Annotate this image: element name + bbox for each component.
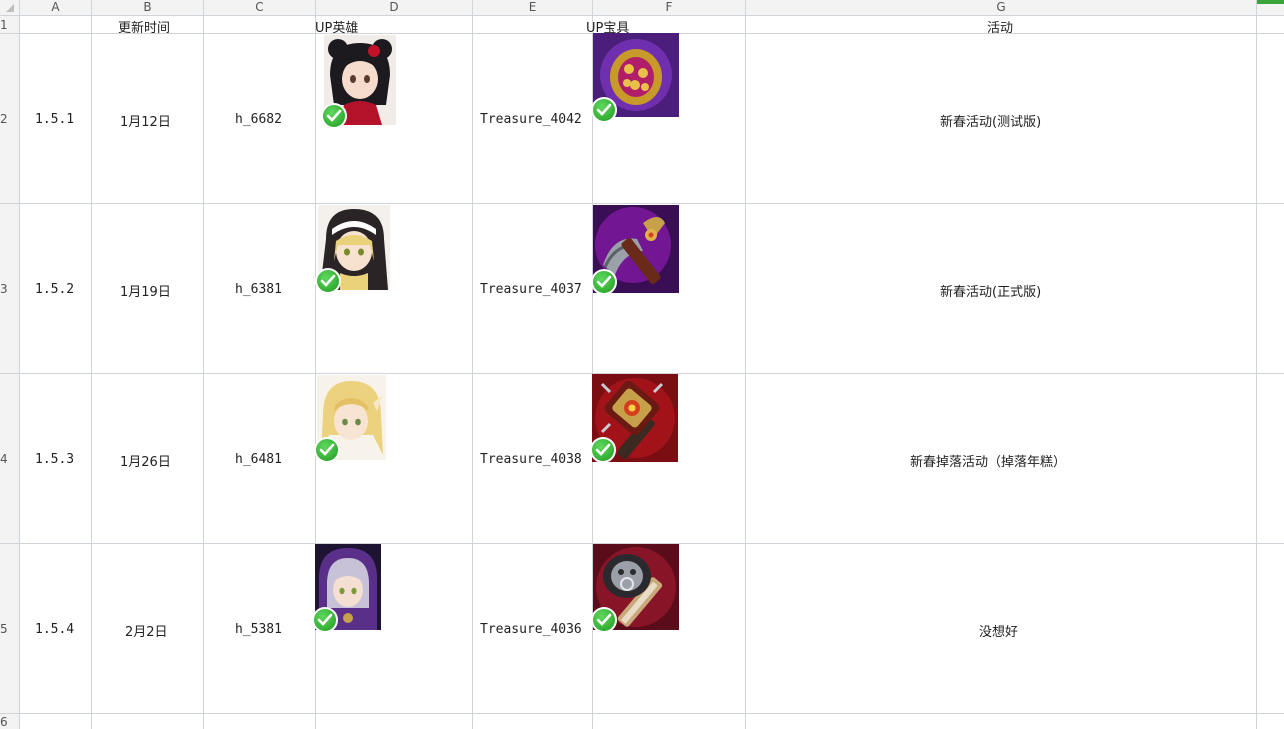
cell-hero-id[interactable]: h_6481 [235,452,282,467]
cell-date[interactable]: 1月12日 [120,111,171,130]
cell-hero-id[interactable]: h_6381 [235,282,282,297]
green-checkmark-icon [312,607,338,633]
column-header-e[interactable]: E [473,0,593,16]
selection-indicator [1257,0,1284,4]
cell-version[interactable]: 1.5.2 [35,282,74,297]
header-activity[interactable]: 活动 [987,17,1013,36]
cell-date[interactable]: 1月19日 [120,281,171,300]
column-header-d[interactable]: D [316,0,473,16]
row-header-3[interactable]: 3 [0,204,20,374]
cell-activity[interactable]: 新春掉落活动（掉落年糕） [910,451,1066,470]
cell-version[interactable]: 1.5.3 [35,452,74,467]
column-header-f[interactable]: F [593,0,746,16]
green-checkmark-icon [315,268,341,294]
column-header-b[interactable]: B [92,0,204,16]
green-checkmark-icon [591,97,617,123]
cell-activity[interactable]: 没想好 [979,621,1018,640]
cell-hero-id[interactable]: h_6682 [235,112,282,127]
select-all-corner[interactable] [0,0,20,16]
green-checkmark-icon [591,269,617,295]
cell-treasure-id[interactable]: Treasure_4038 [480,452,582,467]
cell-activity[interactable]: 新春活动(正式版) [940,281,1041,300]
row-header-1[interactable]: 1 [0,16,20,34]
cell-treasure-id[interactable]: Treasure_4037 [480,282,582,297]
green-checkmark-icon [314,437,340,463]
column-header-a[interactable]: A [20,0,92,16]
cell-version[interactable]: 1.5.4 [35,622,74,637]
cell-activity[interactable]: 新春活动(测试版) [940,111,1041,130]
grid-line [20,203,1284,204]
cell-treasure-id[interactable]: Treasure_4042 [480,112,582,127]
grid-line [20,713,1284,714]
row-header-5[interactable]: 5 [0,544,20,714]
cell-date[interactable]: 2月2日 [125,621,168,640]
green-checkmark-icon [591,607,617,633]
cell-date[interactable]: 1月26日 [120,451,171,470]
column-header-g[interactable]: G [746,0,1257,16]
cell-treasure-id[interactable]: Treasure_4036 [480,622,582,637]
row-header-4[interactable]: 4 [0,374,20,544]
row-header-6[interactable]: 6 [0,714,20,729]
header-up-hero[interactable]: UP英雄 [315,17,358,36]
row-header-2[interactable]: 2 [0,34,20,204]
green-checkmark-icon [590,437,616,463]
column-header-c[interactable]: C [204,0,316,16]
cell-version[interactable]: 1.5.1 [35,112,74,127]
select-all-icon [6,4,14,12]
header-update-time[interactable]: 更新时间 [118,17,170,36]
green-checkmark-icon [321,103,347,129]
cell-hero-id[interactable]: h_5381 [235,622,282,637]
